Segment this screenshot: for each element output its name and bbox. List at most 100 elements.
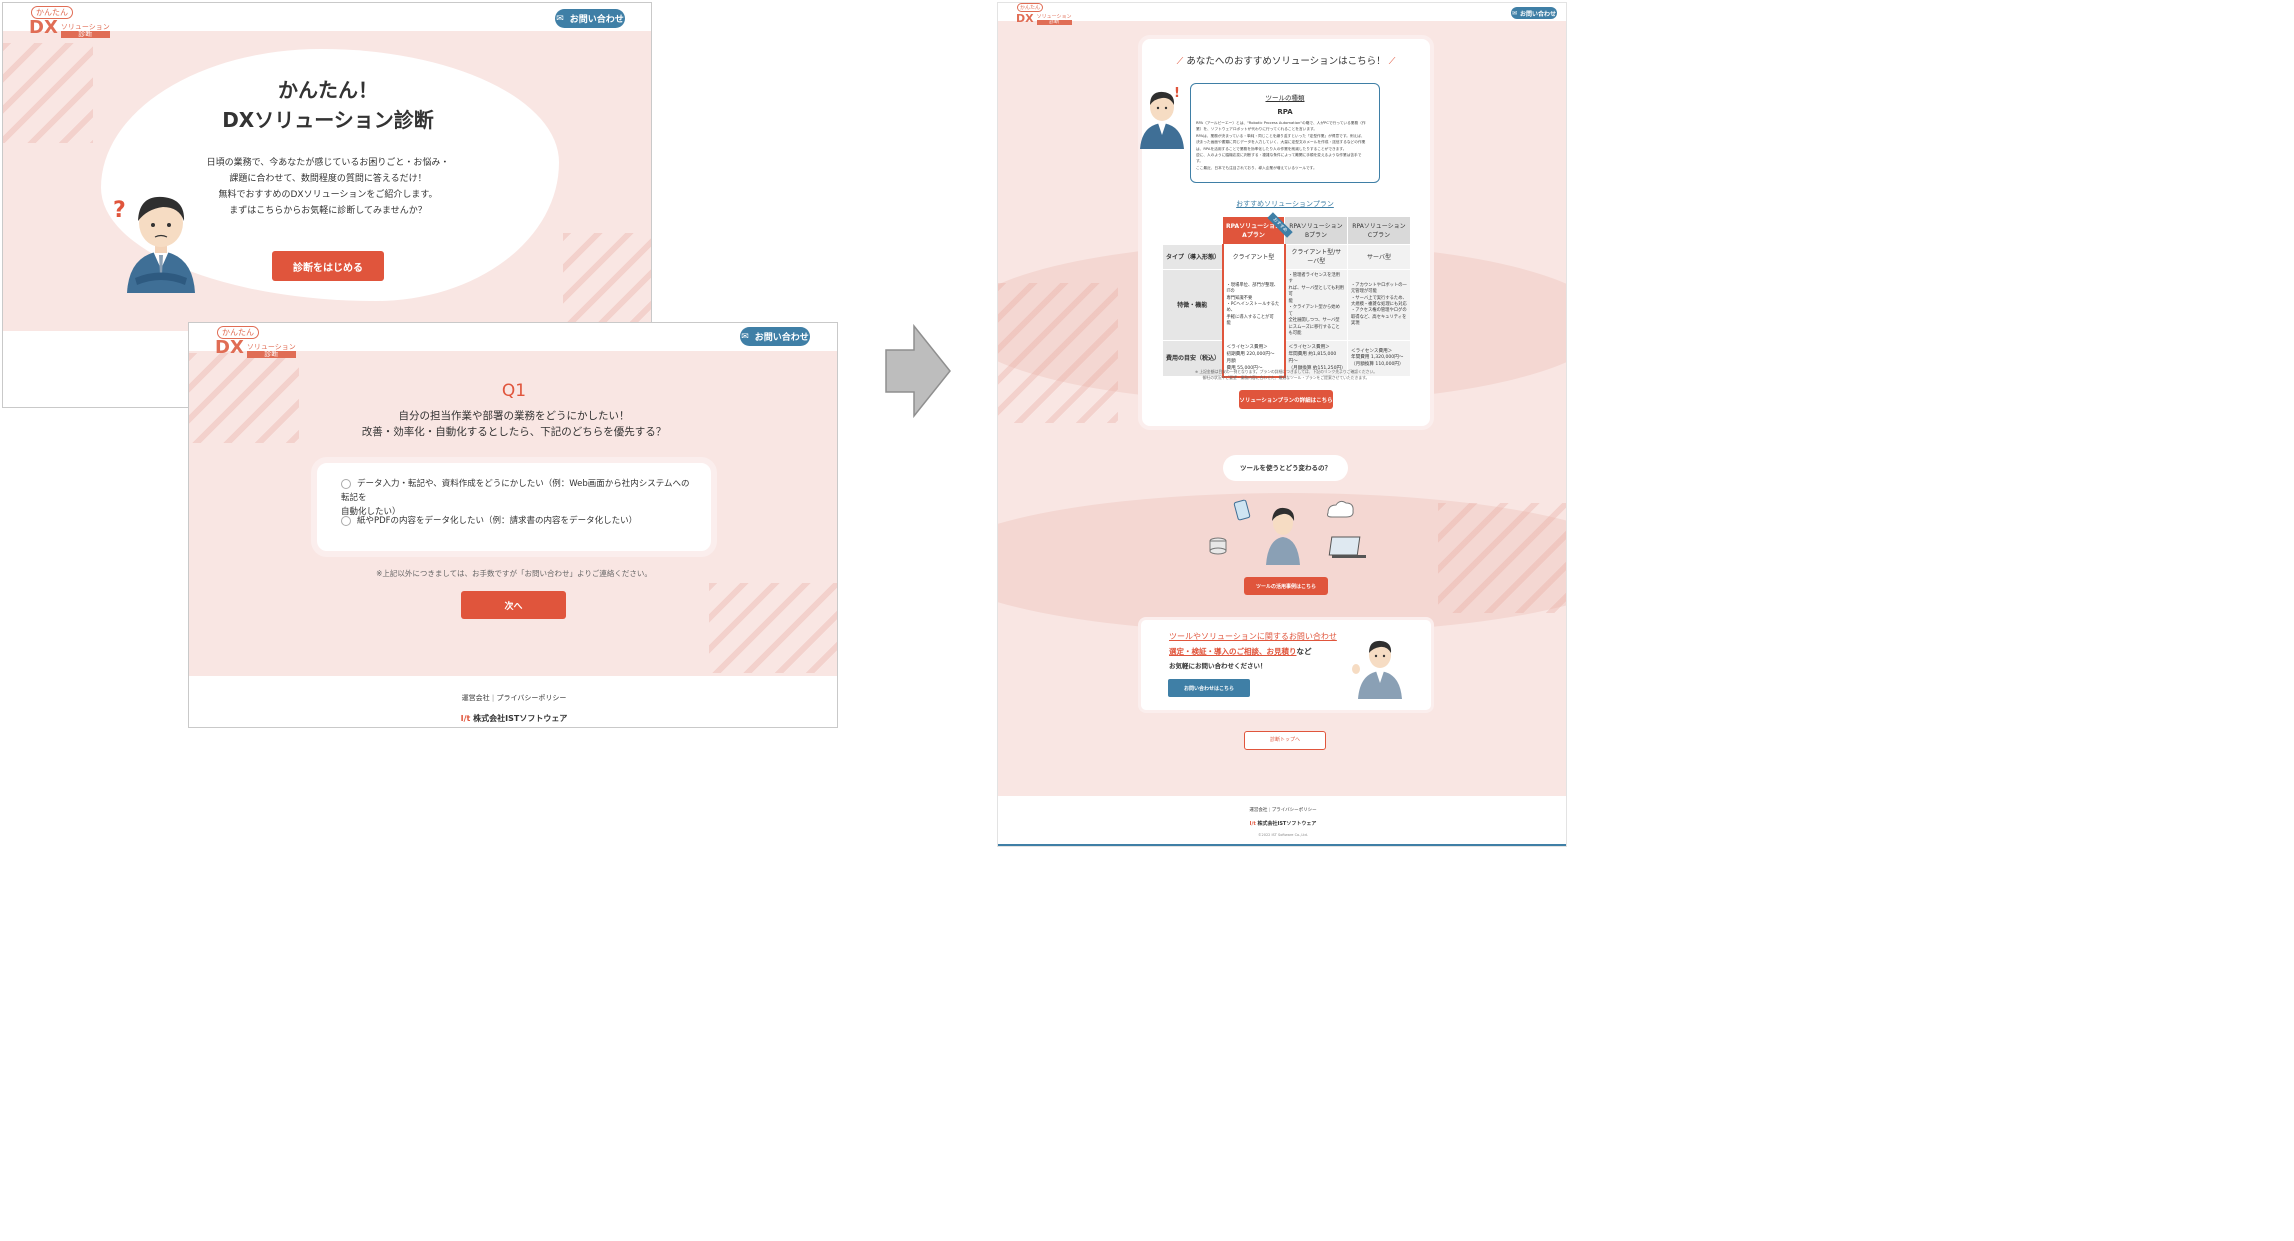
option-1-label-a: データ入力・転記や、資料作成をどうにかしたい（例：Web画面から社内システムへの… xyxy=(341,479,690,503)
contact-line2: 選定・検証・導入のご相談、お見積りなど xyxy=(1169,646,1312,657)
feature-cell-b: ・管理者ライセンスを活用す れば、サーバ型としても利用可 能 ・クライアント型か… xyxy=(1284,268,1348,342)
type-cell-b: クライアント型/サーバ型 xyxy=(1284,244,1348,270)
contact-line2-highlight: 選定・検証・導入のご相談、お見積り xyxy=(1169,647,1297,656)
footer-brand-name: 株式会社ISTソフトウェア xyxy=(1257,821,1317,827)
stripe-decoration xyxy=(1438,503,1566,613)
feature-cell-a: ・現場単位、部門が整理、ITの 専門知識不要 ・PCへインストールするため、 手… xyxy=(1221,268,1286,342)
ist-logo-icon: I∕t xyxy=(1249,821,1256,827)
transition-arrow-icon xyxy=(885,324,951,418)
option-2[interactable]: 紙やPDFの内容をデータ化したい（例：請求書の内容をデータ化したい） xyxy=(341,514,691,528)
ist-logo-icon: I∕t xyxy=(460,714,471,723)
svg-text:?: ? xyxy=(113,198,126,223)
next-button[interactable]: 次へ xyxy=(461,591,566,619)
question-line2: 改善・効率化・自動化するとしたら、下記のどちらを優先する？ xyxy=(361,426,667,438)
plan-b-header: RPAソリューション Bプラン xyxy=(1284,216,1348,245)
radio-option-2[interactable] xyxy=(341,515,351,526)
footer-brand: I∕t 株式会社ISTソフトウェア xyxy=(414,713,614,724)
stripe-decoration xyxy=(709,583,837,673)
table-corner xyxy=(1163,217,1223,245)
usecase-button[interactable]: ツールの活用事例はこちら xyxy=(1244,577,1328,595)
logo-line2: 診断 xyxy=(60,31,110,38)
tool-kind-label: ツールの種類 xyxy=(1265,94,1305,102)
logo-tag: かんたん xyxy=(31,6,73,19)
mail-icon: ✉ xyxy=(556,13,564,24)
svg-text:!: ! xyxy=(1174,86,1180,101)
logo-tag: かんたん xyxy=(1017,3,1044,12)
stripe-decoration xyxy=(3,43,93,143)
type-cell-c: サーバ型 xyxy=(1347,244,1411,270)
logo-sub: ソリューション 診断 xyxy=(1036,15,1072,25)
mail-icon: ✉ xyxy=(1511,9,1517,17)
footer-privacy-link[interactable]: プライバシーポリシー xyxy=(496,694,566,702)
row-label-type: タイプ（導入形態） xyxy=(1162,244,1223,270)
footer-company-link[interactable]: 運営会社 xyxy=(462,694,490,702)
contact-inquiry-button[interactable]: お問い合わせはこちら xyxy=(1168,679,1250,697)
footer-company-link[interactable]: 運営会社 xyxy=(1249,808,1267,813)
logo-dx: DX xyxy=(29,17,58,38)
intro-line: まずはこちらからお気軽に診断してみませんか？ xyxy=(229,206,427,216)
tool-name: RPA xyxy=(1277,108,1293,116)
intro-line: 無料でおすすめのDXソリューションをご紹介します。 xyxy=(218,190,438,200)
question-text: 自分の担当作業や部署の業務をどうにかしたい！ 改善・効率化・自動化するとしたら、… xyxy=(289,408,739,440)
question-line1: 自分の担当作業や部署の業務をどうにかしたい！ xyxy=(398,410,630,422)
intro-line: 日頃の業務で、今あなたが感じているお困りごと・お悩み・ xyxy=(206,158,450,168)
worried-businessman-illustration: ? xyxy=(113,196,195,293)
logo[interactable]: かんたん DX ソリューション 診断 xyxy=(29,6,110,38)
rec-title-text: あなたへのおすすめソリューションはこちら！ xyxy=(1186,56,1386,67)
logo[interactable]: かんたん DX ソリューション 診断 xyxy=(215,326,296,358)
question-bubble: ツールを使うとどう変わるの？ xyxy=(1223,455,1348,481)
tools-illustration xyxy=(1209,499,1366,565)
back-to-top-button[interactable]: 診断トップへ xyxy=(1244,731,1326,750)
intro-text: 日頃の業務で、今あなたが感じているお困りごと・お悩み・ 課題に合わせて、数問程度… xyxy=(153,155,503,219)
footer-brand: I∕t 株式会社ISTソフトウェア xyxy=(1183,820,1383,827)
contact-line2-tail: など xyxy=(1296,647,1312,656)
title-line1: かんたん！ xyxy=(278,78,378,102)
option-2-label: 紙やPDFの内容をデータ化したい（例：請求書の内容をデータ化したい） xyxy=(357,516,638,526)
feature-cell-c: ・アカウントやロボットの一 元管理が可能 ・サーバ上で実行するため、 大規模・複… xyxy=(1347,268,1411,342)
footer-privacy-link[interactable]: プライバシーポリシー xyxy=(1272,808,1317,813)
footer-links: 運営会社 | プライバシーポリシー xyxy=(1249,808,1317,813)
contact-button[interactable]: ✉ お問い合わせ xyxy=(740,327,810,346)
plans-note: ※ 上記金額は目安の一例となります。プランの詳細につきましては、下記のリンク先よ… xyxy=(1158,369,1414,381)
plans-note-line2: 御社の状況やご要望・業務内容に合わせた、最適なツール・プランをご提案させていただ… xyxy=(1202,375,1370,380)
table-row: タイプ（導入形態） クライアント型 クライアント型/サーバ型 サーバ型 xyxy=(1162,244,1411,270)
logo-line2: 診断 xyxy=(1036,20,1072,25)
table-row: 特徴・機能 ・現場単位、部門が整理、ITの 専門知識不要 ・PCへインストールす… xyxy=(1162,268,1411,342)
start-diagnosis-button[interactable]: 診断をはじめる xyxy=(272,251,384,281)
stripe-decoration xyxy=(998,283,1118,423)
logo-sub: ソリューション 診断 xyxy=(60,24,110,38)
stripe-decoration xyxy=(563,233,651,323)
desc-line: 逆に、人のように臨機応変に判断する・複雑な条件によって難関に手順を変えるような作… xyxy=(1196,153,1362,158)
radio-option-1[interactable] xyxy=(341,478,351,489)
contact-button[interactable]: ✉ お問い合わせ xyxy=(555,9,625,28)
contact-label: お問い合わせ xyxy=(1520,10,1557,18)
contact-label: お問い合わせ xyxy=(569,15,624,25)
stripe-decoration xyxy=(189,353,299,443)
contact-note: ※上記以外につきましては、お手数ですが「お問い合わせ」よりご連絡ください。 xyxy=(376,569,652,578)
page-title: かんたん！ DXソリューション診断 xyxy=(173,75,483,135)
logo-line2: 診断 xyxy=(246,351,296,358)
copyright: ©2022 IST Software Co.,Ltd. xyxy=(1258,833,1308,837)
desc-line: ここ最近、日本でも注目されており、導入企業が増えているツールです。 xyxy=(1196,165,1317,170)
plans-detail-button[interactable]: ソリューションプランの詳細はこちら xyxy=(1239,390,1333,409)
intro-line: 課題に合わせて、数問程度の質問に答えるだけ！ xyxy=(229,174,427,184)
waving-businessman-illustration xyxy=(1352,640,1402,699)
logo-tag: かんたん xyxy=(217,326,259,339)
option-1[interactable]: データ入力・転記や、資料作成をどうにかしたい（例：Web画面から社内システムへの… xyxy=(341,477,691,519)
contact-button[interactable]: ✉ お問い合わせ xyxy=(1511,7,1557,19)
contact-line3: お気軽にお問い合わせください！ xyxy=(1169,662,1267,670)
mail-icon: ✉ xyxy=(741,331,749,342)
desc-line: 決まった画面や書類に同じデータを入力していく、大量に定型文のメールを作成・送信す… xyxy=(1196,140,1366,145)
plans-table: RPAソリューション Aプラン RPAソリューション Bプラン RPAソリューシ… xyxy=(1162,216,1411,378)
screen2-frame: かんたん DX ソリューション 診断 ✉ お問い合わせ Q1 自分の担当作業や部… xyxy=(188,322,838,728)
recommendation-title: ⟋ あなたへのおすすめソリューションはこちら！ ⟋ xyxy=(1176,56,1396,67)
footer-brand-name: 株式会社ISTソフトウェア xyxy=(473,714,568,723)
contact-label: お問い合わせ xyxy=(754,333,809,343)
logo[interactable]: かんたん DX ソリューション 診断 xyxy=(1016,3,1072,25)
tool-description: RPA（アールピーエー）とは、"Robotic Process Automati… xyxy=(1196,120,1376,171)
plans-title: おすすめソリューションプラン xyxy=(1236,200,1334,208)
row-label-features: 特徴・機能 xyxy=(1162,268,1223,342)
logo-dx: DX xyxy=(1016,12,1034,25)
footer-bar xyxy=(998,844,1566,846)
plan-table: RPAソリューション Aプラン RPAソリューション Bプラン RPAソリューシ… xyxy=(1162,216,1411,378)
